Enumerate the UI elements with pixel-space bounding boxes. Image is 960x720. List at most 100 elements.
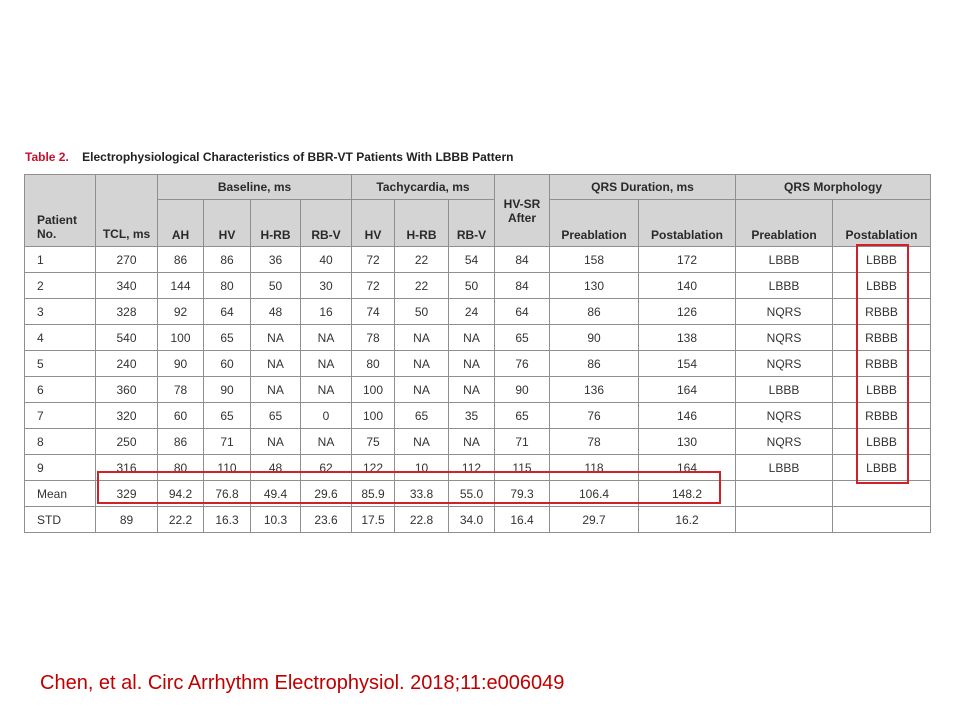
table-cell: 320: [95, 402, 158, 429]
table-cell: 48: [250, 298, 301, 325]
table-row: Mean 329 94.2 76.8 49.4 29.6 85.9 33.8 55.0 79.3 1…: [24, 480, 931, 507]
table-cell: LBBB: [735, 376, 833, 403]
table-cell: 86: [549, 350, 639, 377]
table-cell: 115: [494, 454, 550, 481]
table-cell: 23.6: [300, 506, 352, 533]
table-cell: 144: [157, 272, 204, 299]
table-cell: 80: [203, 272, 251, 299]
table-cell: 329: [95, 480, 158, 507]
table-cell: 92: [157, 298, 204, 325]
table-cell: NA: [300, 324, 352, 351]
table-cell: 33.8: [394, 480, 449, 507]
table-cell: 29.6: [300, 480, 352, 507]
table-cell: 78: [549, 428, 639, 455]
header-tachy-h-rb: H-RB: [394, 199, 449, 247]
table-cell: 30: [300, 272, 352, 299]
table-cell: 16.2: [638, 506, 736, 533]
table-cell: 122: [351, 454, 395, 481]
table-cell: 154: [638, 350, 736, 377]
table-cell: 100: [351, 376, 395, 403]
header-baseline-h-rb: H-RB: [250, 199, 301, 247]
table-cell: 29.7: [549, 506, 639, 533]
table-cell: NA: [300, 350, 352, 377]
table-cell: 35: [448, 402, 495, 429]
table-cell: 65: [394, 402, 449, 429]
table-cell: [832, 506, 931, 533]
table-cell: LBBB: [832, 272, 931, 299]
header-tachy-hv: HV: [351, 199, 395, 247]
table-cell: 106.4: [549, 480, 639, 507]
table-cell: 80: [351, 350, 395, 377]
table-cell: 84: [494, 272, 550, 299]
table-cell: 65: [494, 324, 550, 351]
table-cell: 50: [394, 298, 449, 325]
table-cell: 6: [24, 376, 96, 403]
table-row: 4 540 100 65 NA NA 78 NA NA 65 90 138 NQRS RBBB: [24, 324, 931, 351]
table-cell: 16: [300, 298, 352, 325]
table-cell: LBBB: [735, 454, 833, 481]
table-cell: 100: [157, 324, 204, 351]
table-cell: 164: [638, 376, 736, 403]
header-baseline: Baseline, ms: [157, 174, 352, 200]
table-cell: 48: [250, 454, 301, 481]
table-cell: 22: [394, 246, 449, 273]
table-cell: 9: [24, 454, 96, 481]
header-tcl: TCL, ms: [95, 174, 158, 247]
table-cell: LBBB: [832, 454, 931, 481]
table-cell: LBBB: [735, 246, 833, 273]
table-cell: 250: [95, 428, 158, 455]
table-cell: 17.5: [351, 506, 395, 533]
table-row: 1 270 86 86 36 40 72 22 54 84 158 172 LBBB LBBB: [24, 246, 931, 273]
table-cell: 100: [351, 402, 395, 429]
table-cell: 64: [203, 298, 251, 325]
table-cell: STD: [24, 506, 96, 533]
table-cell: 240: [95, 350, 158, 377]
table-cell: 16.3: [203, 506, 251, 533]
table-row: 3 328 92 64 48 16 74 50 24 64 86 126 NQRS RBBB: [24, 298, 931, 325]
table-cell: 85.9: [351, 480, 395, 507]
table-cell: 4: [24, 324, 96, 351]
table-cell: NA: [250, 324, 301, 351]
table-row: 7 320 60 65 65 0 100 65 35 65 76 146 NQRS RBBB: [24, 402, 931, 429]
table-cell: NA: [394, 428, 449, 455]
table-row: 9 316 80 110 48 62 122 10 112 115 118 164 LBBB LBBB: [24, 454, 931, 481]
table-row: 2 340 144 80 50 30 72 22 50 84 130 140 LBBB LBBB: [24, 272, 931, 299]
table-cell: [735, 506, 833, 533]
table-cell: LBBB: [735, 272, 833, 299]
header-patient-no: Patient No.: [24, 174, 96, 247]
table-cell: 112: [448, 454, 495, 481]
table-cell: [832, 480, 931, 507]
table-cell: 270: [95, 246, 158, 273]
table-cell: NQRS: [735, 402, 833, 429]
table-cell: 340: [95, 272, 158, 299]
table-cell: 62: [300, 454, 352, 481]
table-cell: 110: [203, 454, 251, 481]
table-cell: NQRS: [735, 350, 833, 377]
table-sub-header-row: AH HV H-RB RB-V HV H-RB RB-V Preablation…: [25, 199, 931, 247]
table-row: STD 89 22.2 16.3 10.3 23.6 17.5 22.8 34.0 16.4 29.…: [24, 506, 931, 533]
table-cell: NQRS: [735, 324, 833, 351]
table-cell: 65: [250, 402, 301, 429]
table-cell: 72: [351, 246, 395, 273]
table-cell: NQRS: [735, 428, 833, 455]
table-cell: 65: [494, 402, 550, 429]
table-title: Electrophysiological Characteristics of …: [82, 150, 514, 164]
table-cell: 1: [24, 246, 96, 273]
table-cell: 55.0: [448, 480, 495, 507]
table-cell: Mean: [24, 480, 96, 507]
table-caption: Table 2. Electrophysiological Characteri…: [25, 150, 513, 164]
table-cell: 16.4: [494, 506, 550, 533]
header-hv-sr-after: HV-SR After: [494, 174, 550, 247]
table-cell: NA: [448, 376, 495, 403]
table-cell: 3: [24, 298, 96, 325]
table-cell: 90: [549, 324, 639, 351]
table-cell: LBBB: [832, 246, 931, 273]
table-cell: RBBB: [832, 298, 931, 325]
table-cell: RBBB: [832, 324, 931, 351]
table-cell: 7: [24, 402, 96, 429]
table-cell: 22.8: [394, 506, 449, 533]
table-cell: 136: [549, 376, 639, 403]
table-cell: 84: [494, 246, 550, 273]
table-cell: 86: [157, 246, 204, 273]
table-cell: 36: [250, 246, 301, 273]
